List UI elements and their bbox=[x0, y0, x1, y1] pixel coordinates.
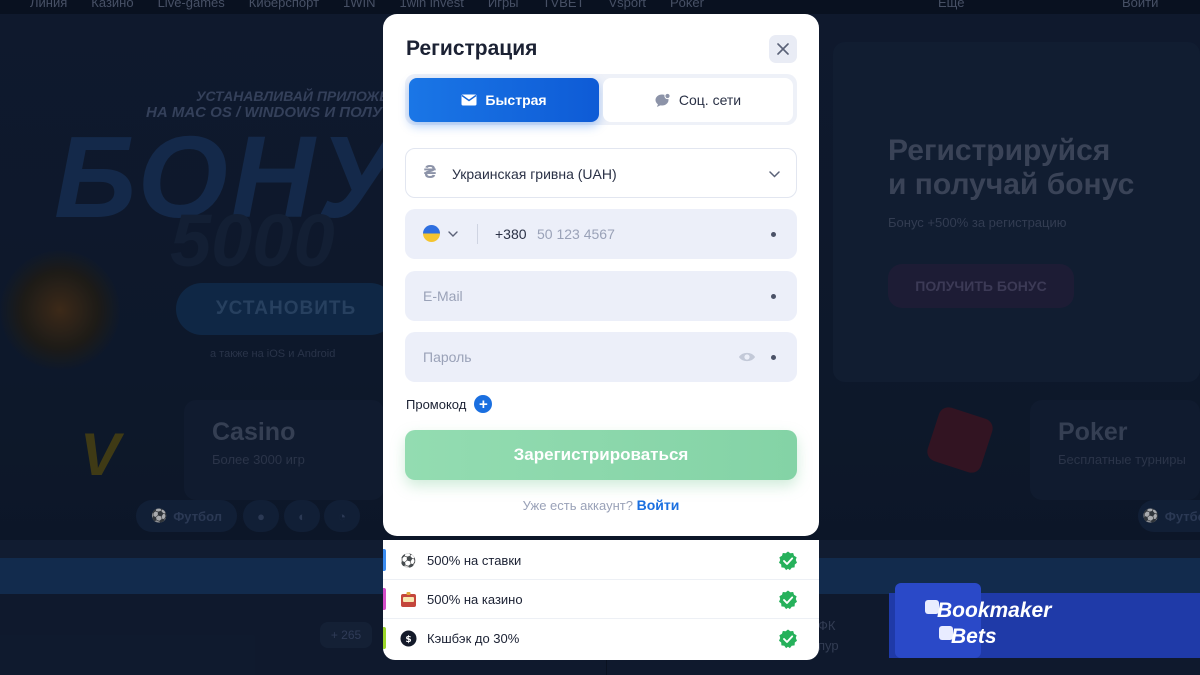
bonus-text: Кэшбэк до 30% bbox=[427, 631, 520, 646]
modal-title: Регистрация bbox=[406, 37, 538, 60]
promo-code-row[interactable]: Промокод + bbox=[406, 395, 493, 413]
soccer-ball-icon: ⚽ bbox=[400, 552, 417, 568]
bonus-item: 500% на казино bbox=[383, 580, 819, 619]
login-prompt-text: Уже есть аккаунт? bbox=[522, 498, 633, 513]
login-prompt-row: Уже есть аккаунт? Войти bbox=[383, 497, 819, 513]
svg-text:$: $ bbox=[405, 635, 411, 645]
required-dot-icon bbox=[771, 232, 776, 237]
close-button[interactable] bbox=[769, 35, 797, 63]
tab-social[interactable]: Соц. сети bbox=[603, 78, 793, 122]
watermark-line-1: Bookmaker bbox=[937, 599, 1052, 622]
eye-icon[interactable] bbox=[738, 351, 756, 363]
phone-field[interactable]: +380 50 123 4567 bbox=[405, 209, 797, 259]
phone-separator bbox=[477, 224, 478, 244]
register-button[interactable]: Зарегистрироваться bbox=[405, 430, 797, 480]
currency-value: Украинская гривна (UAH) bbox=[452, 166, 617, 182]
email-field[interactable]: E-Mail bbox=[405, 271, 797, 321]
password-field[interactable]: Пароль bbox=[405, 332, 797, 382]
verified-check-icon bbox=[779, 629, 797, 649]
envelope-icon bbox=[461, 94, 477, 106]
watermark-line-2: Bets bbox=[951, 625, 997, 648]
close-icon bbox=[777, 43, 789, 55]
bonus-list: ⚽ 500% на ставки 500% на казино $ Кэшбэк… bbox=[383, 540, 819, 660]
verified-check-icon bbox=[779, 551, 797, 571]
bonus-item: ⚽ 500% на ставки bbox=[383, 541, 819, 580]
plus-icon[interactable]: + bbox=[474, 395, 493, 413]
ukraine-flag-icon bbox=[423, 225, 440, 242]
cashback-icon: $ bbox=[400, 630, 417, 647]
bonus-item: $ Кэшбэк до 30% bbox=[383, 619, 819, 658]
tab-quick[interactable]: Быстрая bbox=[409, 78, 599, 122]
chevron-down-icon bbox=[448, 230, 458, 237]
chevron-down-icon bbox=[769, 171, 780, 178]
required-dot-icon bbox=[771, 294, 776, 299]
tab-quick-label: Быстрая bbox=[485, 92, 547, 108]
bonus-accent-bar bbox=[383, 627, 386, 649]
email-input[interactable]: E-Mail bbox=[423, 288, 463, 304]
country-code-selector[interactable] bbox=[423, 225, 458, 242]
bookmaker-bets-watermark: Bookmaker Bets bbox=[889, 583, 1200, 658]
chat-bubble-icon bbox=[655, 93, 671, 107]
verified-check-icon bbox=[779, 590, 797, 610]
currency-select[interactable]: ₴ Украинская гривна (UAH) bbox=[405, 148, 797, 198]
bonus-text: 500% на ставки bbox=[427, 553, 522, 568]
hryvnia-icon: ₴ bbox=[424, 162, 437, 182]
bonus-text: 500% на казино bbox=[427, 592, 523, 607]
registration-type-tabs: Быстрая Соц. сети bbox=[405, 74, 797, 125]
bonus-accent-bar bbox=[383, 549, 386, 571]
required-dot-icon bbox=[771, 355, 776, 360]
phone-input[interactable]: 50 123 4567 bbox=[537, 226, 615, 242]
bonus-accent-bar bbox=[383, 588, 386, 610]
tab-social-label: Соц. сети bbox=[678, 92, 742, 108]
login-link[interactable]: Войти bbox=[637, 497, 680, 513]
password-input[interactable]: Пароль bbox=[423, 349, 472, 365]
registration-modal: Регистрация Быстрая Соц. сети ₴ Украинск… bbox=[383, 14, 819, 536]
slot-machine-icon bbox=[400, 591, 417, 608]
promo-code-label: Промокод bbox=[406, 396, 467, 412]
phone-code: +380 bbox=[495, 226, 527, 242]
